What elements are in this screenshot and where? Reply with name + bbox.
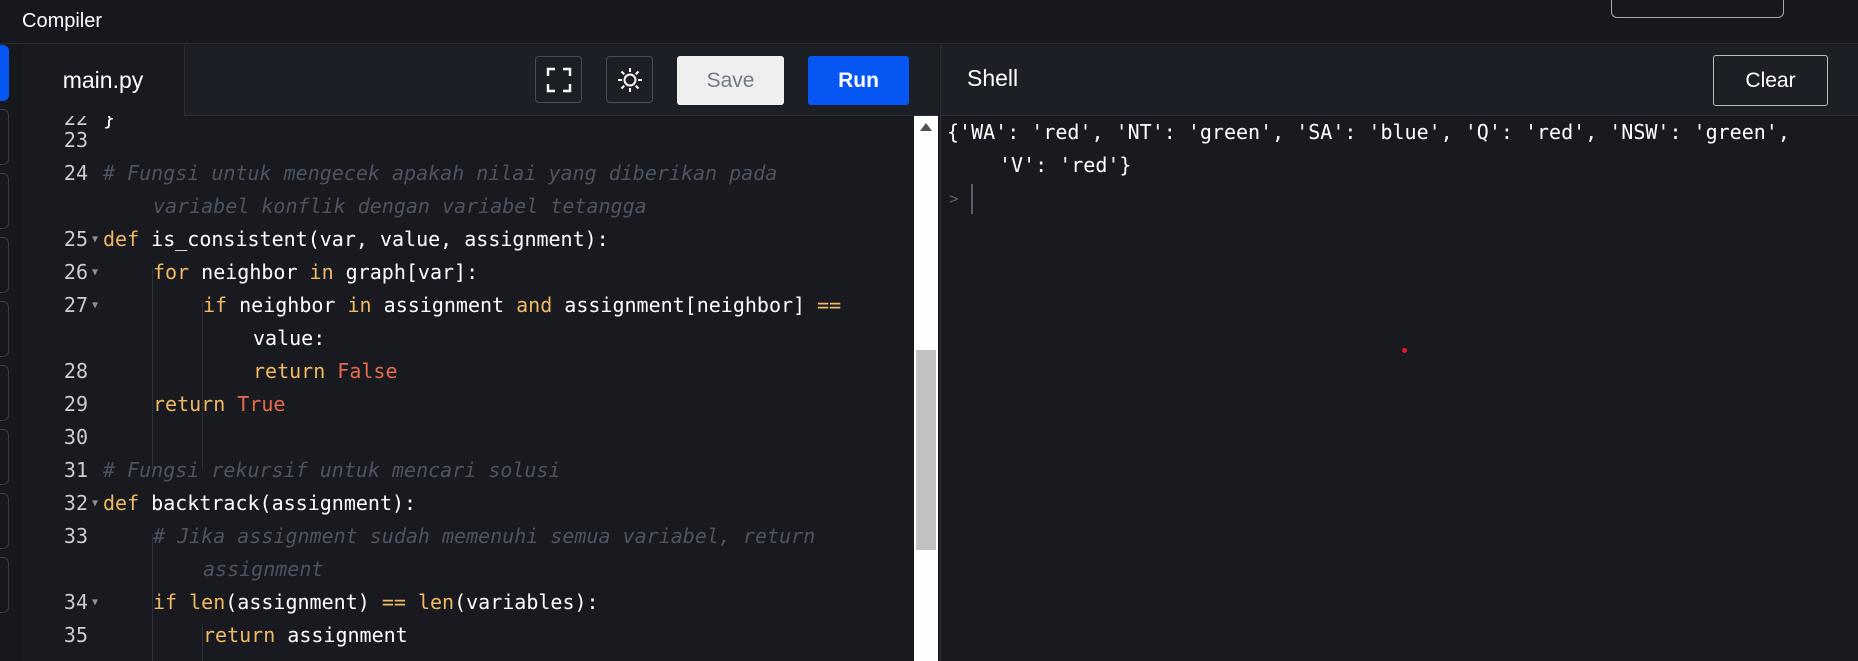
save-button[interactable]: Save <box>677 56 784 105</box>
line-number: 34 <box>63 590 88 614</box>
fold-chevron-icon[interactable]: ▼ <box>92 223 98 256</box>
sidebar-item[interactable] <box>0 301 9 357</box>
code-line: return True <box>153 392 286 416</box>
line-number: 29 <box>63 392 88 416</box>
sidebar-item[interactable] <box>0 493 9 549</box>
red-dot-marker <box>1402 348 1407 353</box>
fold-chevron-icon[interactable]: ▼ <box>92 586 98 619</box>
fullscreen-icon <box>546 67 571 92</box>
output-line: {'WA': 'red', 'NT': 'green', 'SA': 'blue… <box>947 120 1790 144</box>
prompt-symbol: > <box>949 189 959 208</box>
tab-main-py[interactable]: main.py <box>22 45 185 116</box>
fold-chevron-icon[interactable]: ▼ <box>92 256 98 289</box>
text-cursor <box>971 184 973 214</box>
left-sidebar <box>0 45 22 661</box>
line-number: 30 <box>63 425 88 449</box>
code-line: value: <box>253 326 326 350</box>
code-line: } <box>103 116 115 135</box>
scrollbar-thumb[interactable] <box>916 350 936 550</box>
output-line: 'V': 'red'} <box>999 153 1132 177</box>
top-bar: Compiler <box>0 0 1858 44</box>
topbar-button[interactable] <box>1611 0 1784 18</box>
fullscreen-button[interactable] <box>535 56 582 103</box>
code-comment: variabel konflik dengan variabel tetangg… <box>153 194 647 218</box>
clear-button[interactable]: Clear <box>1713 55 1828 106</box>
editor-toolbar: main.py Save Run <box>22 45 938 116</box>
line-number: 25 <box>63 227 88 251</box>
app-title: Compiler <box>22 10 103 32</box>
indent-guide <box>152 269 153 469</box>
line-number: 35 <box>63 623 88 647</box>
sidebar-item[interactable] <box>0 109 9 165</box>
code-comment: assignment <box>203 557 324 581</box>
code-line: return False <box>253 359 398 383</box>
line-number: 28 <box>63 359 88 383</box>
line-number: 31 <box>63 458 88 482</box>
code-text: } <box>103 116 116 130</box>
sidebar-item-active[interactable] <box>0 45 9 101</box>
code-line: return assignment <box>203 623 408 647</box>
shell-header: Shell Clear <box>940 45 1858 116</box>
code-comment: # Jika assignment sudah memenuhi semua v… <box>153 524 816 548</box>
code-comment: # Fungsi untuk mengecek apakah nilai yan… <box>103 161 778 185</box>
run-button[interactable]: Run <box>808 56 909 105</box>
code-line: def is_consistent(var, value, assignment… <box>103 227 609 251</box>
fold-chevron-icon[interactable]: ▼ <box>92 487 98 520</box>
shell-title: Shell <box>967 65 1019 91</box>
fold-chevron-icon[interactable]: ▼ <box>92 289 98 322</box>
sidebar-item[interactable] <box>0 237 9 293</box>
sidebar-item[interactable] <box>0 557 9 613</box>
line-number: 26 <box>63 260 88 284</box>
line-number: 33 <box>63 524 88 548</box>
line-number: 24 <box>63 161 88 185</box>
sidebar-item[interactable] <box>0 173 9 229</box>
scroll-up-arrow-icon[interactable] <box>920 123 932 131</box>
line-number: 23 <box>63 128 88 152</box>
sidebar-item[interactable] <box>0 429 9 485</box>
code-editor[interactable]: 22 23 24 25 26 27 28 29 30 31 32 33 34 3… <box>22 116 914 661</box>
code-comment: # Fungsi rekursif untuk mencari solusi <box>103 458 561 482</box>
editor-scrollbar[interactable] <box>914 116 938 661</box>
theme-toggle-button[interactable] <box>606 56 653 103</box>
code-line: if neighbor in assignment and assignment… <box>203 293 842 317</box>
shell-output[interactable]: {'WA': 'red', 'NT': 'green', 'SA': 'blue… <box>940 116 1858 661</box>
code-line: if len(assignment) == len(variables): <box>153 590 599 614</box>
sun-icon <box>617 67 642 92</box>
code-line: def backtrack(assignment): <box>103 491 417 515</box>
sidebar-item[interactable] <box>0 365 9 421</box>
line-number: 27 <box>63 293 88 317</box>
indent-guide <box>202 302 203 469</box>
code-line: for neighbor in graph[var]: <box>153 260 479 284</box>
line-number: 32 <box>63 491 88 515</box>
